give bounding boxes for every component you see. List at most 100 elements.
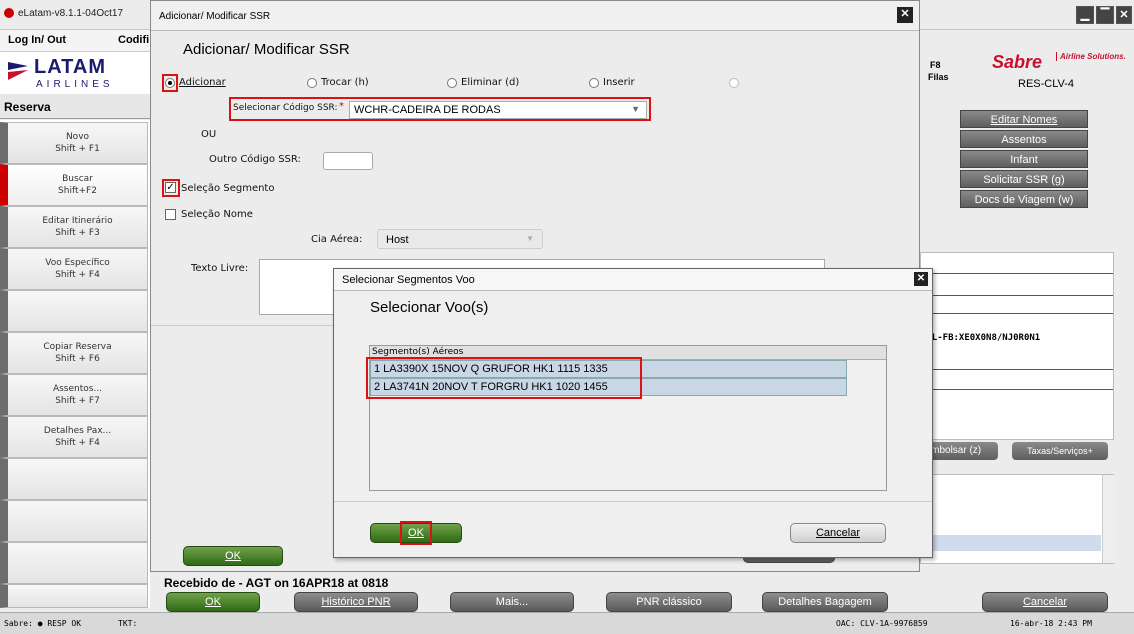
scrollbar[interactable] [1102, 475, 1114, 563]
sidebar-item-shortcut: Shift + F3 [55, 228, 100, 238]
docs-viagem-button[interactable]: Docs de Viagem (w) [960, 190, 1088, 208]
solicitar-ssr-button[interactable]: Solicitar SSR (g) [960, 170, 1088, 188]
taxas-button[interactable]: Taxas/Serviços+ [1012, 442, 1108, 460]
texto-livre-label: Texto Livre: [191, 263, 249, 274]
logo-text: LATAM [34, 56, 107, 78]
ssr-code-label: Selecionar Código SSR: [233, 103, 338, 113]
sidebar-item-buscar[interactable]: Buscar Shift+F2 [0, 164, 148, 206]
ou-label: OU [201, 129, 217, 140]
right-panel: F8 Filas Sabre Airline Solutions. RES-CL… [920, 30, 1134, 610]
segment-cancelar-button[interactable]: Cancelar [790, 523, 886, 543]
cia-aerea-select[interactable]: Host ▼ [377, 229, 543, 249]
ssr-dialog-titlebar: Adicionar/ Modificar SSR ✕ [151, 1, 919, 31]
main-window: eLatam-v8.1.1-04Oct17 ▁ ▔ ✕ Log In/ Out … [0, 0, 1134, 634]
ssr-ok-button[interactable]: OK [183, 546, 283, 566]
status-sabre: Sabre: ● RESP OK [4, 619, 82, 628]
sidebar-item-novo[interactable]: Novo Shift + F1 [0, 122, 148, 164]
radio-adicionar[interactable] [165, 78, 175, 88]
close-icon[interactable]: ✕ [1116, 6, 1132, 24]
status-bar: Sabre: ● RESP OK TKT: OAC: CLV-1A-997685… [0, 612, 1134, 634]
sidebar-item-shortcut: Shift+F2 [58, 186, 97, 196]
sidebar-item-label: Assentos... [52, 384, 103, 394]
sidebar-item-label: Novo [65, 132, 90, 142]
sidebar-item-label: Copiar Reserva [43, 342, 112, 352]
option-eliminar-label[interactable]: Eliminar (d) [461, 77, 519, 88]
latam-logo: LATAM AIRLINES [0, 52, 150, 94]
f8-label[interactable]: F8 [930, 60, 941, 70]
reserva-header: Reserva [0, 94, 150, 119]
airline-solutions-text: Airline Solutions. [1056, 52, 1130, 61]
chevron-down-icon: ▼ [631, 104, 640, 114]
ssr-code-select[interactable]: WCHR-CADEIRA DE RODAS ▼ [349, 101, 647, 119]
sidebar-item-detalhes-pax[interactable]: Detalhes Pax... Shift + F4 [0, 416, 148, 458]
pnr-panel: BRL-FB:XE0X0N8/NJ0R0N1 [920, 252, 1114, 440]
status-tkt: TKT: [118, 619, 138, 628]
close-icon[interactable]: ✕ [914, 272, 928, 286]
sidebar-item-empty[interactable] [0, 500, 148, 542]
main-cancelar-button[interactable]: Cancelar [982, 592, 1108, 612]
remarks-list[interactable] [920, 474, 1114, 564]
mais-button[interactable]: Mais... [450, 592, 574, 612]
sidebar-item-label: Editar Itinerário [42, 216, 113, 226]
filas-label[interactable]: Filas [928, 72, 949, 82]
sidebar-item-voo-especifico[interactable]: Voo Específico Shift + F4 [0, 248, 148, 290]
sidebar-item-editar-itinerario[interactable]: Editar Itinerário Shift + F3 [0, 206, 148, 248]
restore-icon[interactable]: ▔ [1096, 6, 1114, 24]
sidebar-item-shortcut: Shift + F4 [55, 270, 100, 280]
segment-dialog: Selecionar Segmentos Voo ✕ Selecionar Vo… [333, 268, 933, 558]
menu-bar: Log In/ Out Codifi [0, 30, 150, 52]
ssr-code-value: WCHR-CADEIRA DE RODAS [354, 104, 501, 116]
minimize-icon[interactable]: ▁ [1076, 6, 1094, 24]
sidebar-item-assentos[interactable]: Assentos... Shift + F7 [0, 374, 148, 416]
status-datetime: 16-abr-18 2:43 PM [1010, 619, 1092, 628]
main-ok-button[interactable]: OK [166, 592, 260, 612]
ssr-dialog-window-title: Adicionar/ Modificar SSR [159, 11, 271, 22]
infant-button[interactable]: Infant [960, 150, 1088, 168]
sidebar-item-label: Buscar [62, 174, 93, 184]
checkbox-selecao-segmento[interactable]: ✓ [165, 182, 176, 193]
option-adicionar-label[interactable]: Adicionar [179, 77, 226, 88]
sidebar-item-shortcut: Shift + F1 [55, 144, 100, 154]
logo-subtext: AIRLINES [36, 79, 114, 90]
latam-logo-icon [8, 62, 28, 80]
radio-eliminar[interactable] [447, 78, 457, 88]
outro-codigo-label: Outro Código SSR: [209, 154, 301, 165]
radio-inserir[interactable] [589, 78, 599, 88]
radio-trocar[interactable] [307, 78, 317, 88]
fare-text: BRL-FB:XE0X0N8/NJ0R0N1 [921, 333, 1041, 343]
checkbox-selecao-nome[interactable] [165, 209, 176, 220]
sidebar-item-empty[interactable] [0, 542, 148, 584]
sidebar-item-shortcut: Shift + F7 [55, 396, 100, 406]
detalhes-bagagem-button[interactable]: Detalhes Bagagem [762, 592, 888, 612]
ssr-heading: Adicionar/ Modificar SSR [183, 41, 350, 58]
radio-disabled [729, 78, 739, 88]
option-trocar-label[interactable]: Trocar (h) [321, 77, 369, 88]
recebido-text: Recebido de - AGT on 16APR18 at 0818 [164, 576, 389, 590]
sidebar-item-label: Detalhes Pax... [43, 426, 112, 436]
selecao-segmento-label[interactable]: Seleção Segmento [181, 183, 274, 194]
cia-aerea-label: Cia Aérea: [311, 234, 363, 245]
sidebar-item-copiar-reserva[interactable]: Copiar Reserva Shift + F6 [0, 332, 148, 374]
menu-login[interactable]: Log In/ Out [8, 34, 66, 46]
sidebar-item-shortcut: Shift + F6 [55, 354, 100, 364]
window-title: eLatam-v8.1.1-04Oct17 [18, 8, 124, 19]
required-mark: * [339, 101, 344, 112]
segment-dialog-window-title: Selecionar Segmentos Voo [342, 274, 475, 286]
sidebar-item-label: Voo Específico [45, 258, 110, 268]
status-oac: OAC: CLV-1A-9976859 [836, 619, 928, 628]
selecao-nome-label[interactable]: Seleção Nome [181, 209, 253, 220]
sidebar-item-empty[interactable] [0, 290, 148, 332]
highlight-segments [366, 357, 642, 399]
close-icon[interactable]: ✕ [897, 7, 913, 23]
sidebar-item-empty[interactable] [0, 458, 148, 500]
assentos-button[interactable]: Assentos [960, 130, 1088, 148]
historico-pnr-button[interactable]: Histórico PNR [294, 592, 418, 612]
chevron-down-icon: ▼ [526, 234, 534, 243]
pnr-classico-button[interactable]: PNR clássico [606, 592, 732, 612]
option-inserir-label[interactable]: Inserir [603, 77, 635, 88]
editar-nomes-button[interactable]: Editar Nomes [960, 110, 1088, 128]
sidebar-item-empty[interactable] [0, 584, 148, 608]
outro-codigo-input[interactable] [323, 152, 373, 170]
menu-codifi[interactable]: Codifi [118, 34, 149, 46]
app-icon [4, 8, 14, 18]
